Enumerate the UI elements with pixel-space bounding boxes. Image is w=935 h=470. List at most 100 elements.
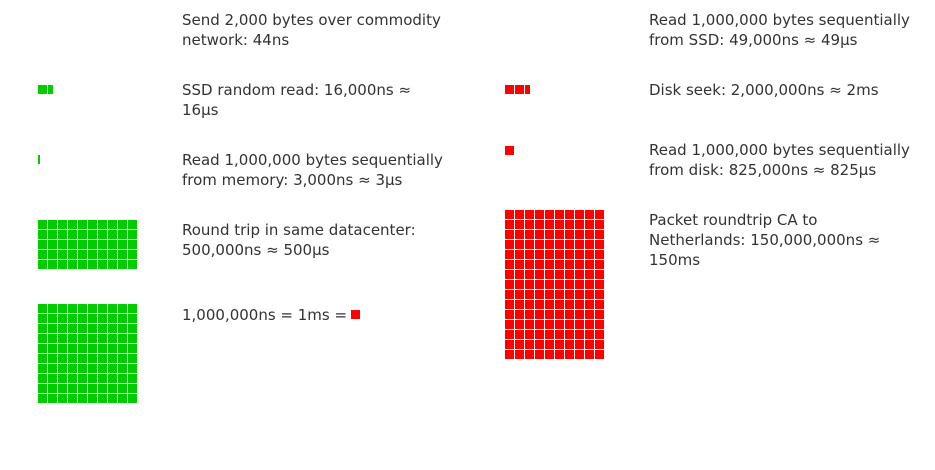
latency-unit bbox=[118, 364, 127, 373]
latency-unit bbox=[68, 374, 77, 383]
latency-unit bbox=[68, 260, 77, 269]
latency-unit bbox=[555, 280, 564, 289]
latency-unit bbox=[555, 240, 564, 249]
latency-unit bbox=[575, 310, 584, 319]
latency-unit bbox=[48, 364, 57, 373]
latency-unit bbox=[545, 350, 554, 359]
latency-visual bbox=[38, 155, 40, 164]
latency-unit bbox=[505, 280, 514, 289]
latency-unit bbox=[555, 330, 564, 339]
latency-unit bbox=[575, 290, 584, 299]
latency-unit bbox=[88, 364, 97, 373]
latency-unit bbox=[108, 344, 117, 353]
latency-unit bbox=[545, 310, 554, 319]
latency-label: Read 1,000,000 bytes sequentially from m… bbox=[182, 151, 443, 189]
latency-unit bbox=[68, 250, 77, 259]
latency-unit bbox=[68, 304, 77, 313]
latency-unit bbox=[128, 394, 137, 403]
latency-unit bbox=[128, 364, 137, 373]
latency-label: 1,000,000ns = 1ms = bbox=[182, 305, 452, 325]
latency-unit bbox=[585, 280, 594, 289]
latency-unit bbox=[585, 330, 594, 339]
latency-unit bbox=[555, 310, 564, 319]
latency-unit bbox=[555, 210, 564, 219]
latency-unit bbox=[575, 330, 584, 339]
latency-unit bbox=[525, 310, 534, 319]
latency-unit bbox=[68, 324, 77, 333]
latency-unit bbox=[505, 350, 514, 359]
latency-unit bbox=[78, 384, 87, 393]
latency-unit bbox=[88, 314, 97, 323]
latency-unit bbox=[98, 260, 107, 269]
latency-unit bbox=[515, 340, 524, 349]
latency-unit bbox=[505, 230, 514, 239]
latency-unit bbox=[78, 344, 87, 353]
latency-unit bbox=[585, 240, 594, 249]
latency-unit bbox=[565, 350, 574, 359]
latency-unit bbox=[515, 280, 524, 289]
latency-unit bbox=[595, 310, 604, 319]
latency-unit bbox=[595, 320, 604, 329]
latency-unit bbox=[98, 334, 107, 343]
latency-unit bbox=[515, 350, 524, 359]
latency-unit bbox=[565, 230, 574, 239]
latency-unit bbox=[38, 230, 47, 239]
latency-unit bbox=[78, 364, 87, 373]
latency-unit bbox=[595, 290, 604, 299]
latency-unit bbox=[565, 300, 574, 309]
latency-unit bbox=[58, 240, 67, 249]
latency-unit bbox=[525, 250, 534, 259]
latency-unit bbox=[535, 350, 544, 359]
latency-unit bbox=[128, 250, 137, 259]
latency-label: Read 1,000,000 bytes sequentially from S… bbox=[649, 11, 910, 49]
latency-unit bbox=[565, 220, 574, 229]
latency-unit bbox=[535, 230, 544, 239]
latency-unit bbox=[98, 364, 107, 373]
latency-unit bbox=[565, 310, 574, 319]
latency-label-text: 1,000,000ns = 1ms = bbox=[182, 306, 348, 324]
latency-unit bbox=[108, 354, 117, 363]
latency-unit bbox=[68, 334, 77, 343]
red-unit-square-icon bbox=[351, 310, 361, 319]
latency-unit bbox=[585, 350, 594, 359]
latency-unit bbox=[98, 344, 107, 353]
latency-unit bbox=[575, 280, 584, 289]
latency-unit bbox=[48, 384, 57, 393]
latency-unit bbox=[58, 364, 67, 373]
latency-unit bbox=[48, 85, 53, 94]
latency-unit bbox=[515, 310, 524, 319]
latency-unit bbox=[108, 230, 117, 239]
latency-unit bbox=[128, 384, 137, 393]
latency-unit bbox=[118, 314, 127, 323]
latency-unit bbox=[545, 250, 554, 259]
latency-unit bbox=[525, 300, 534, 309]
latency-unit bbox=[595, 350, 604, 359]
latency-unit bbox=[118, 250, 127, 259]
latency-unit bbox=[505, 270, 514, 279]
latency-unit bbox=[118, 220, 127, 229]
latency-visual bbox=[505, 146, 514, 155]
latency-unit bbox=[98, 240, 107, 249]
latency-unit bbox=[565, 290, 574, 299]
latency-unit bbox=[68, 240, 77, 249]
latency-unit bbox=[58, 374, 67, 383]
latency-unit bbox=[128, 324, 137, 333]
latency-unit bbox=[565, 260, 574, 269]
latency-unit bbox=[58, 220, 67, 229]
latency-unit bbox=[48, 240, 57, 249]
latency-unit bbox=[555, 260, 564, 269]
latency-unit bbox=[38, 334, 47, 343]
latency-unit bbox=[88, 260, 97, 269]
latency-unit bbox=[78, 314, 87, 323]
latency-unit bbox=[128, 374, 137, 383]
latency-unit bbox=[68, 344, 77, 353]
latency-unit bbox=[58, 314, 67, 323]
latency-unit bbox=[535, 220, 544, 229]
latency-unit bbox=[525, 280, 534, 289]
latency-unit bbox=[38, 250, 47, 259]
latency-unit bbox=[525, 340, 534, 349]
latency-unit bbox=[48, 260, 57, 269]
latency-unit bbox=[38, 394, 47, 403]
latency-unit bbox=[58, 304, 67, 313]
latency-unit bbox=[565, 330, 574, 339]
